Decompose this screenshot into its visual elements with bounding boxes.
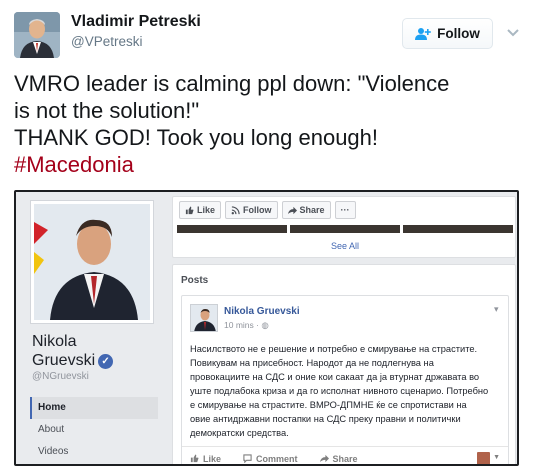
tweet-media-image[interactable]: Nikola Gruevski ✓ @NGruevski Home About V… [14, 190, 519, 466]
hashtag-link[interactable]: #Macedonia [14, 151, 524, 178]
fb-post-like-button[interactable]: Like [190, 454, 221, 464]
fb-page-sidebar: Nikola Gruevski ✓ @NGruevski Home About V… [16, 192, 164, 464]
fb-photos-card: Like Follow Share ··· See All [172, 196, 516, 258]
fb-post-text: Насилството не е решение и потребно е см… [190, 342, 504, 440]
fb-follow-page-button[interactable]: Follow [225, 201, 278, 219]
fb-page-actions: Like Follow Share ··· [179, 201, 356, 219]
verified-badge-icon: ✓ [98, 354, 114, 369]
rss-follow-icon [231, 205, 240, 214]
fb-photo-thumbnail[interactable] [177, 225, 287, 233]
fb-post-comment-button[interactable]: Comment [243, 454, 298, 464]
fb-see-all-link[interactable]: See All [173, 241, 517, 251]
more-dots-icon: ··· [340, 205, 350, 215]
share-arrow-icon [287, 206, 297, 214]
fb-post-like-label: Like [203, 453, 222, 464]
fb-post-text-line: уште подлабока криза и да го исполнат ни… [190, 386, 489, 396]
fb-nav-item-home[interactable]: Home [30, 397, 158, 419]
fb-post-actions: Like Comment Share ▼ [182, 446, 508, 464]
fb-photo-thumbnail[interactable] [403, 225, 513, 233]
fb-more-button[interactable]: ··· [334, 201, 356, 219]
tweet-text: VMRO leader is calming ppl down: "Violen… [14, 70, 524, 178]
fb-page-name-line: Nikola [32, 333, 77, 350]
fb-post-timestamp[interactable]: 10 mins · ◍ [224, 320, 269, 331]
tweet-text-line: is not the solution!" [14, 98, 200, 123]
tweet-author-avatar[interactable] [14, 12, 60, 58]
fb-page-nav: Home About Videos [30, 397, 158, 463]
fb-post-text-line: Повикувам на присебност. Народот да не п… [190, 358, 434, 368]
comment-bubble-icon [243, 454, 252, 463]
fb-post-author-avatar[interactable] [190, 304, 218, 332]
fb-page-name[interactable]: Nikola Gruevski ✓ [32, 332, 114, 370]
fb-post-text-line: провокациите на СДС и оние кои сакаат да… [190, 372, 480, 382]
tweet-author-handle[interactable]: @VPetreski [71, 34, 142, 49]
fb-post-time-text: 10 mins · [224, 320, 262, 330]
fb-posts-title: Posts [181, 275, 209, 286]
tweet-text-line: THANK GOD! Took you long enough! [14, 125, 379, 150]
fb-post-menu-chevron-down-icon[interactable]: ▾ [494, 304, 499, 315]
fb-commenter-avatar[interactable] [477, 452, 490, 464]
fb-post-text-line: демократски средства. [190, 428, 289, 438]
thumbs-up-icon [190, 454, 199, 463]
profile-portrait-image [34, 204, 150, 320]
fb-post-text-line: е смирување на страстите. ВМРО-ДПМНЕ ќе … [190, 400, 467, 410]
fb-nav-item-about[interactable]: About [30, 419, 158, 441]
follow-button-label: Follow [437, 26, 480, 41]
post-avatar-portrait [191, 305, 217, 331]
fb-like-page-label: Like [197, 205, 216, 215]
fb-post-share-label: Share [332, 453, 358, 464]
fb-post-text-line: Насилството не е решение и потребно е см… [190, 344, 478, 354]
fb-post: Nikola Gruevski 10 mins · ◍ ▾ Насилствот… [181, 295, 509, 464]
public-globe-icon: ◍ [261, 320, 269, 330]
fb-post-author-name[interactable]: Nikola Gruevski [224, 306, 300, 317]
fb-voice-selector-chevron-down-icon[interactable]: ▼ [493, 454, 500, 461]
fb-post-share-button[interactable]: Share [319, 453, 358, 464]
thumbs-up-icon [185, 205, 194, 214]
avatar-portrait-image [14, 12, 60, 58]
fb-post-comment-label: Comment [256, 453, 298, 464]
fb-photo-strip [177, 225, 513, 233]
fb-share-page-label: Share [299, 205, 325, 215]
fb-photo-thumbnail[interactable] [290, 225, 400, 233]
fb-share-page-button[interactable]: Share [281, 201, 331, 219]
fb-follow-page-label: Follow [243, 205, 272, 215]
fb-post-text-line: овие антидржавни постапки на СДС преку п… [190, 414, 461, 424]
fb-page-handle: @NGruevski [32, 371, 89, 382]
fb-page-main: Like Follow Share ··· See All Posts Niko… [166, 192, 516, 464]
follow-button[interactable]: Follow [402, 18, 493, 49]
add-user-icon [415, 27, 431, 40]
fb-posts-card: Posts Nikola Gruevski 10 mins · ◍ ▾ Наси… [172, 264, 516, 464]
tweet-author-name[interactable]: Vladimir Petreski [71, 13, 201, 31]
tweet-text-line: VMRO leader is calming ppl down: "Violen… [14, 71, 450, 96]
fb-profile-picture [30, 200, 154, 324]
fb-page-name-line: Gruevski [32, 352, 96, 369]
fb-like-page-button[interactable]: Like [179, 201, 222, 219]
more-options-chevron-down-icon[interactable] [506, 26, 520, 38]
fb-nav-item-videos[interactable]: Videos [30, 441, 158, 463]
share-arrow-icon [319, 454, 329, 463]
